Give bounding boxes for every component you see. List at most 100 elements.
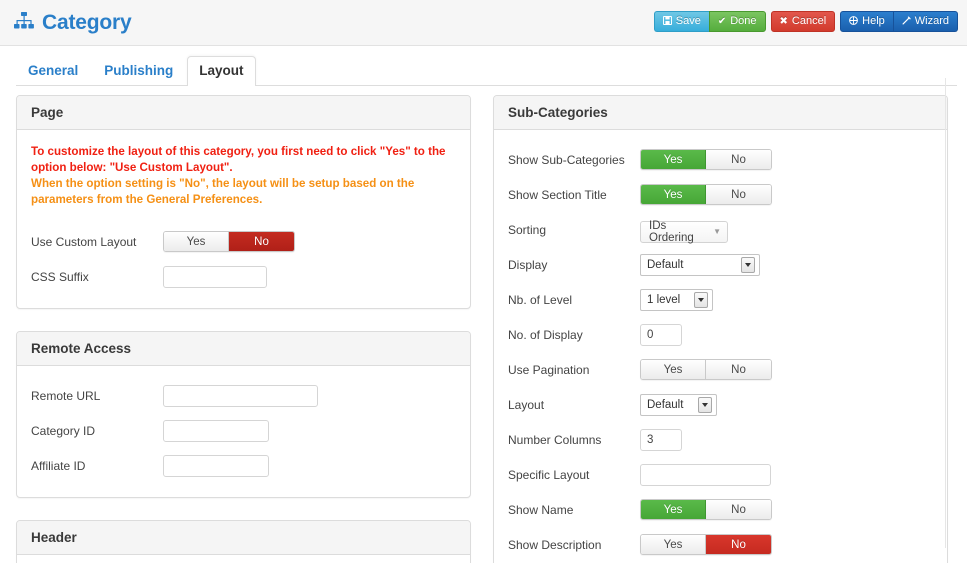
category-id-input[interactable] (163, 419, 269, 442)
nb-level-control: 1 level (640, 288, 933, 311)
show-subcategories-no[interactable]: No (706, 150, 771, 169)
use-pagination-control: Yes No (640, 359, 933, 380)
layout-control: Default (640, 393, 933, 416)
panel-remote-access: Remote Access Remote URL Category ID Aff… (16, 331, 471, 498)
app-header: Category Save ✔ Done ✖ Cancel Help Wizar… (0, 0, 967, 46)
use-pagination-label: Use Pagination (508, 362, 590, 377)
panel-remote-access-body: Remote URL Category ID Affiliate ID (17, 366, 470, 497)
sub-show-name-yes[interactable]: Yes (641, 500, 706, 519)
page-title-group: Category (0, 10, 132, 35)
specific-layout-input[interactable] (640, 463, 771, 486)
field-display: Display Default (508, 247, 933, 282)
use-custom-layout-label: Use Custom Layout (31, 234, 137, 249)
field-remote-url: Remote URL (31, 378, 456, 413)
content-area: Page To customize the layout of this cat… (0, 78, 967, 563)
wizard-label: Wizard (914, 15, 949, 27)
sorting-dropdown[interactable]: IDs Ordering ▼ (640, 220, 728, 244)
use-custom-layout-control: Yes No (163, 231, 456, 252)
panel-sub-categories-title: Sub-Categories (494, 96, 947, 130)
done-button[interactable]: ✔ Done (708, 11, 766, 32)
use-custom-layout-yes[interactable]: Yes (164, 232, 229, 251)
use-custom-layout-no[interactable]: No (229, 232, 294, 251)
nb-level-select[interactable]: 1 level (640, 288, 713, 311)
sub-show-name-toggle[interactable]: Yes No (640, 499, 772, 520)
affiliate-id-control (163, 454, 456, 477)
chevron-down-icon: ▼ (713, 227, 721, 236)
sorting-control: IDs Ordering ▼ (640, 216, 933, 244)
magic-wand-icon (902, 15, 911, 28)
show-subcategories-yes[interactable]: Yes (641, 150, 706, 169)
sitemap-icon (14, 11, 34, 34)
tab-general[interactable]: General (16, 56, 90, 87)
field-show-subcategories: Show Sub-Categories Yes No (508, 142, 933, 177)
sub-show-name-no[interactable]: No (706, 500, 771, 519)
use-pagination-toggle[interactable]: Yes No (640, 359, 772, 380)
tab-publishing[interactable]: Publishing (92, 56, 185, 87)
field-use-pagination: Use Pagination Yes No (508, 352, 933, 387)
number-columns-label: Number Columns (508, 432, 602, 447)
remote-url-control (163, 384, 456, 407)
show-description-control: Yes No (640, 534, 933, 555)
panel-remote-access-title: Remote Access (17, 332, 470, 366)
display-control: Default (640, 253, 933, 276)
left-column: Page To customize the layout of this cat… (16, 95, 471, 563)
field-css-suffix: CSS Suffix (31, 259, 456, 294)
show-section-title-control: Yes No (640, 184, 933, 205)
show-description-no[interactable]: No (706, 535, 771, 554)
tab-layout[interactable]: Layout (187, 55, 256, 87)
show-section-title-yes[interactable]: Yes (641, 185, 706, 204)
sorting-value: IDs Ordering (649, 220, 694, 244)
save-button[interactable]: Save (653, 11, 709, 32)
show-subcategories-label: Show Sub-Categories (508, 152, 625, 167)
layout-value: Default (647, 398, 684, 411)
category-id-control (163, 419, 456, 442)
remote-url-label: Remote URL (31, 388, 101, 403)
panel-page-title: Page (17, 96, 470, 130)
use-custom-layout-toggle[interactable]: Yes No (163, 231, 295, 252)
css-suffix-input[interactable] (163, 265, 267, 288)
use-pagination-yes[interactable]: Yes (641, 360, 706, 379)
panel-sub-categories-body: Show Sub-Categories Yes No Show Section … (494, 130, 947, 563)
close-x-icon: ✖ (779, 15, 788, 27)
css-suffix-label: CSS Suffix (31, 269, 89, 284)
field-specific-layout: Specific Layout (508, 457, 933, 492)
right-column: Sub-Categories Show Sub-Categories Yes N… (493, 95, 948, 563)
display-label: Display (508, 257, 548, 272)
wizard-button[interactable]: Wizard (893, 11, 958, 32)
field-show-description: Show Description Yes No (508, 527, 933, 562)
layout-select[interactable]: Default (640, 393, 717, 416)
use-pagination-no[interactable]: No (706, 360, 771, 379)
notice-orange-text: When the option setting is "No", the lay… (31, 177, 415, 206)
display-value: Default (647, 258, 684, 271)
display-select[interactable]: Default (640, 253, 760, 276)
layout-label: Layout (508, 397, 545, 412)
toolbar-group-cancel: ✖ Cancel (770, 11, 836, 32)
show-description-toggle[interactable]: Yes No (640, 534, 772, 555)
show-description-yes[interactable]: Yes (641, 535, 706, 554)
page-title: Category (42, 10, 132, 34)
show-section-title-toggle[interactable]: Yes No (640, 184, 772, 205)
layout-notice: To customize the layout of this category… (31, 144, 456, 208)
number-columns-input[interactable] (640, 428, 682, 451)
field-number-columns: Number Columns (508, 422, 933, 457)
notice-red-text: To customize the layout of this category… (31, 145, 446, 174)
show-subcategories-toggle[interactable]: Yes No (640, 149, 772, 170)
field-layout: Layout Default (508, 387, 933, 422)
help-button[interactable]: Help (840, 11, 894, 32)
field-no-display: No. of Display (508, 317, 933, 352)
number-columns-control (640, 428, 933, 451)
field-sorting: Sorting IDs Ordering ▼ (508, 212, 933, 247)
show-section-title-no[interactable]: No (706, 185, 771, 204)
panel-header-body: Show Name Yes No (17, 555, 470, 563)
field-use-custom-layout: Use Custom Layout Yes No (31, 224, 456, 259)
column-divider (945, 78, 946, 548)
no-display-label: No. of Display (508, 327, 583, 342)
remote-url-input[interactable] (163, 384, 318, 407)
nb-level-label: Nb. of Level (508, 292, 573, 307)
tab-bar: General Publishing Layout (0, 46, 967, 87)
category-id-label: Category ID (31, 423, 96, 438)
affiliate-id-input[interactable] (163, 454, 269, 477)
toolbar: Save ✔ Done ✖ Cancel Help Wizard (653, 11, 958, 32)
no-display-input[interactable] (640, 323, 682, 346)
cancel-button[interactable]: ✖ Cancel (770, 11, 836, 32)
